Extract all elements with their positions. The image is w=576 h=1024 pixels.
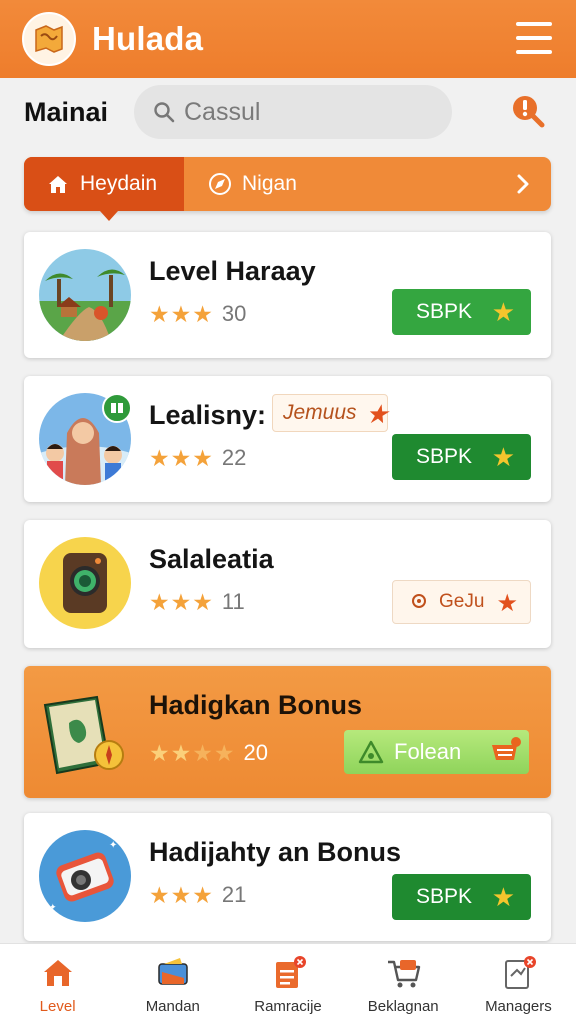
warning-triangle-icon — [358, 740, 384, 764]
folean-button[interactable]: Folean — [344, 730, 529, 774]
home-icon — [49, 176, 67, 193]
svg-text:✦: ✦ — [109, 840, 117, 851]
tab-label: Heydain — [80, 172, 158, 195]
search-bar[interactable] — [134, 85, 452, 139]
tab-heydain[interactable]: Heydain — [24, 157, 184, 221]
hamburger-menu-icon[interactable] — [516, 22, 552, 54]
level-card[interactable]: Lealisny: Jemuus ★ ★ ★ ★ 22 SBPK ★ — [24, 376, 551, 502]
button-label: Folean — [394, 739, 462, 764]
camera-avatar-icon — [39, 537, 131, 629]
button-label: SBPK — [416, 885, 473, 908]
home-icon — [43, 960, 72, 986]
card-title: Hadigkan Bonus — [149, 690, 363, 720]
nav-item-managers[interactable]: Managers — [461, 944, 576, 1024]
card-title: Hadijahty an Bonus — [149, 837, 402, 867]
button-label: GeJu — [439, 591, 485, 612]
document-tools-icon — [505, 956, 537, 989]
level-card[interactable]: Salaleatia ★ ★ ★ 11 GeJu ★ — [24, 520, 551, 648]
card-title: Salaleatia — [149, 544, 274, 574]
jemuus-tag[interactable]: Jemuus ★ — [272, 394, 389, 432]
button-label: SBPK — [416, 300, 473, 323]
tab-nigan[interactable]: Nigan — [184, 157, 297, 211]
nav-item-level[interactable]: Level — [0, 944, 115, 1024]
tab-label: Nigan — [242, 172, 297, 195]
sbpk-button[interactable]: SBPK ★ — [392, 434, 531, 480]
geju-button[interactable]: GeJu ★ — [392, 580, 531, 624]
search-input[interactable] — [184, 97, 434, 127]
star-rating-icon: ★ ★ ★ — [149, 301, 213, 327]
sbpk-button[interactable]: SBPK ★ — [392, 874, 531, 920]
book-badge-icon — [102, 393, 132, 423]
star-icon: ★ — [491, 882, 515, 912]
rating-row: ★ ★ ★ ★ 20 — [149, 740, 268, 766]
star-rating-icon: ★ ★ ★ — [149, 445, 213, 471]
tag-label: Jemuus — [283, 401, 357, 424]
card-title: Lealisny: — [149, 400, 267, 430]
chevron-right-icon[interactable] — [513, 172, 533, 196]
app-header: Hulada — [0, 0, 576, 78]
sbpk-button[interactable]: SBPK ★ — [392, 289, 531, 335]
app-logo[interactable] — [22, 12, 76, 66]
tab-strip: Heydain Nigan — [24, 157, 551, 221]
bonus-card[interactable]: Hadigkan Bonus ★ ★ ★ ★ 20 Folean — [24, 666, 551, 798]
map-logo-icon — [35, 25, 63, 53]
nav-label: Mandan — [145, 998, 200, 1015]
shopping-cart-icon — [388, 960, 421, 988]
nav-item-mandan[interactable]: Mandan — [115, 944, 230, 1024]
rating-row: ★ ★ ★ 21 — [149, 882, 246, 908]
level-card[interactable]: ✦ ✦ Hadijahty an Bonus ★ ★ ★ 21 SBPK ★ — [24, 813, 551, 941]
nav-item-ramracije[interactable]: Ramracije — [230, 944, 345, 1024]
rating-count: 30 — [221, 301, 247, 326]
button-label: SBPK — [416, 445, 473, 468]
level-card[interactable]: Level Haraay ★ ★ ★ 30 SBPK ★ — [24, 232, 551, 358]
village-avatar-icon — [39, 249, 131, 341]
cart-icon — [492, 737, 521, 760]
section-title: Mainai — [24, 97, 109, 127]
location-pin-icon — [412, 594, 426, 608]
compass-icon — [209, 173, 231, 195]
nav-label: Managers — [485, 998, 552, 1015]
star-icon: ★ — [496, 590, 518, 617]
star-icon: ★ — [491, 442, 515, 472]
rating-row: ★ ★ ★ 22 — [149, 445, 246, 471]
clipboard-icon — [276, 956, 306, 988]
rating-count: 11 — [221, 589, 245, 614]
star-rating-icon: ★ ★ ★ — [149, 882, 213, 908]
nav-label: Level — [39, 998, 76, 1015]
star-icon: ★ — [365, 399, 389, 429]
star-rating-icon: ★ ★ ★ — [149, 589, 213, 615]
star-rating-icon: ★ ★ ★ ★ — [149, 740, 235, 766]
star-icon: ★ — [491, 297, 515, 327]
camera-sticker-avatar-icon: ✦ ✦ — [39, 830, 131, 922]
nav-item-beklagnan[interactable]: Beklagnan — [346, 944, 461, 1024]
card-title: Level Haraay — [149, 256, 316, 286]
app-title: Hulada — [92, 20, 204, 57]
rating-count: 20 — [243, 740, 268, 765]
search-icon — [154, 102, 175, 123]
wallet-icon — [158, 958, 188, 985]
nav-label: Beklagnan — [367, 998, 439, 1015]
bottom-navigation: Level Mandan Ramracije Beklagnan Manager… — [0, 943, 576, 1024]
alert-search-icon[interactable] — [510, 93, 546, 129]
rating-count: 22 — [221, 445, 247, 470]
nav-label: Ramracije — [254, 998, 322, 1015]
rating-row: ★ ★ ★ 11 — [149, 589, 245, 615]
svg-text:✦: ✦ — [49, 903, 57, 913]
book-compass-icon — [39, 683, 131, 775]
rating-count: 21 — [221, 882, 247, 907]
rating-row: ★ ★ ★ 30 — [149, 301, 246, 327]
